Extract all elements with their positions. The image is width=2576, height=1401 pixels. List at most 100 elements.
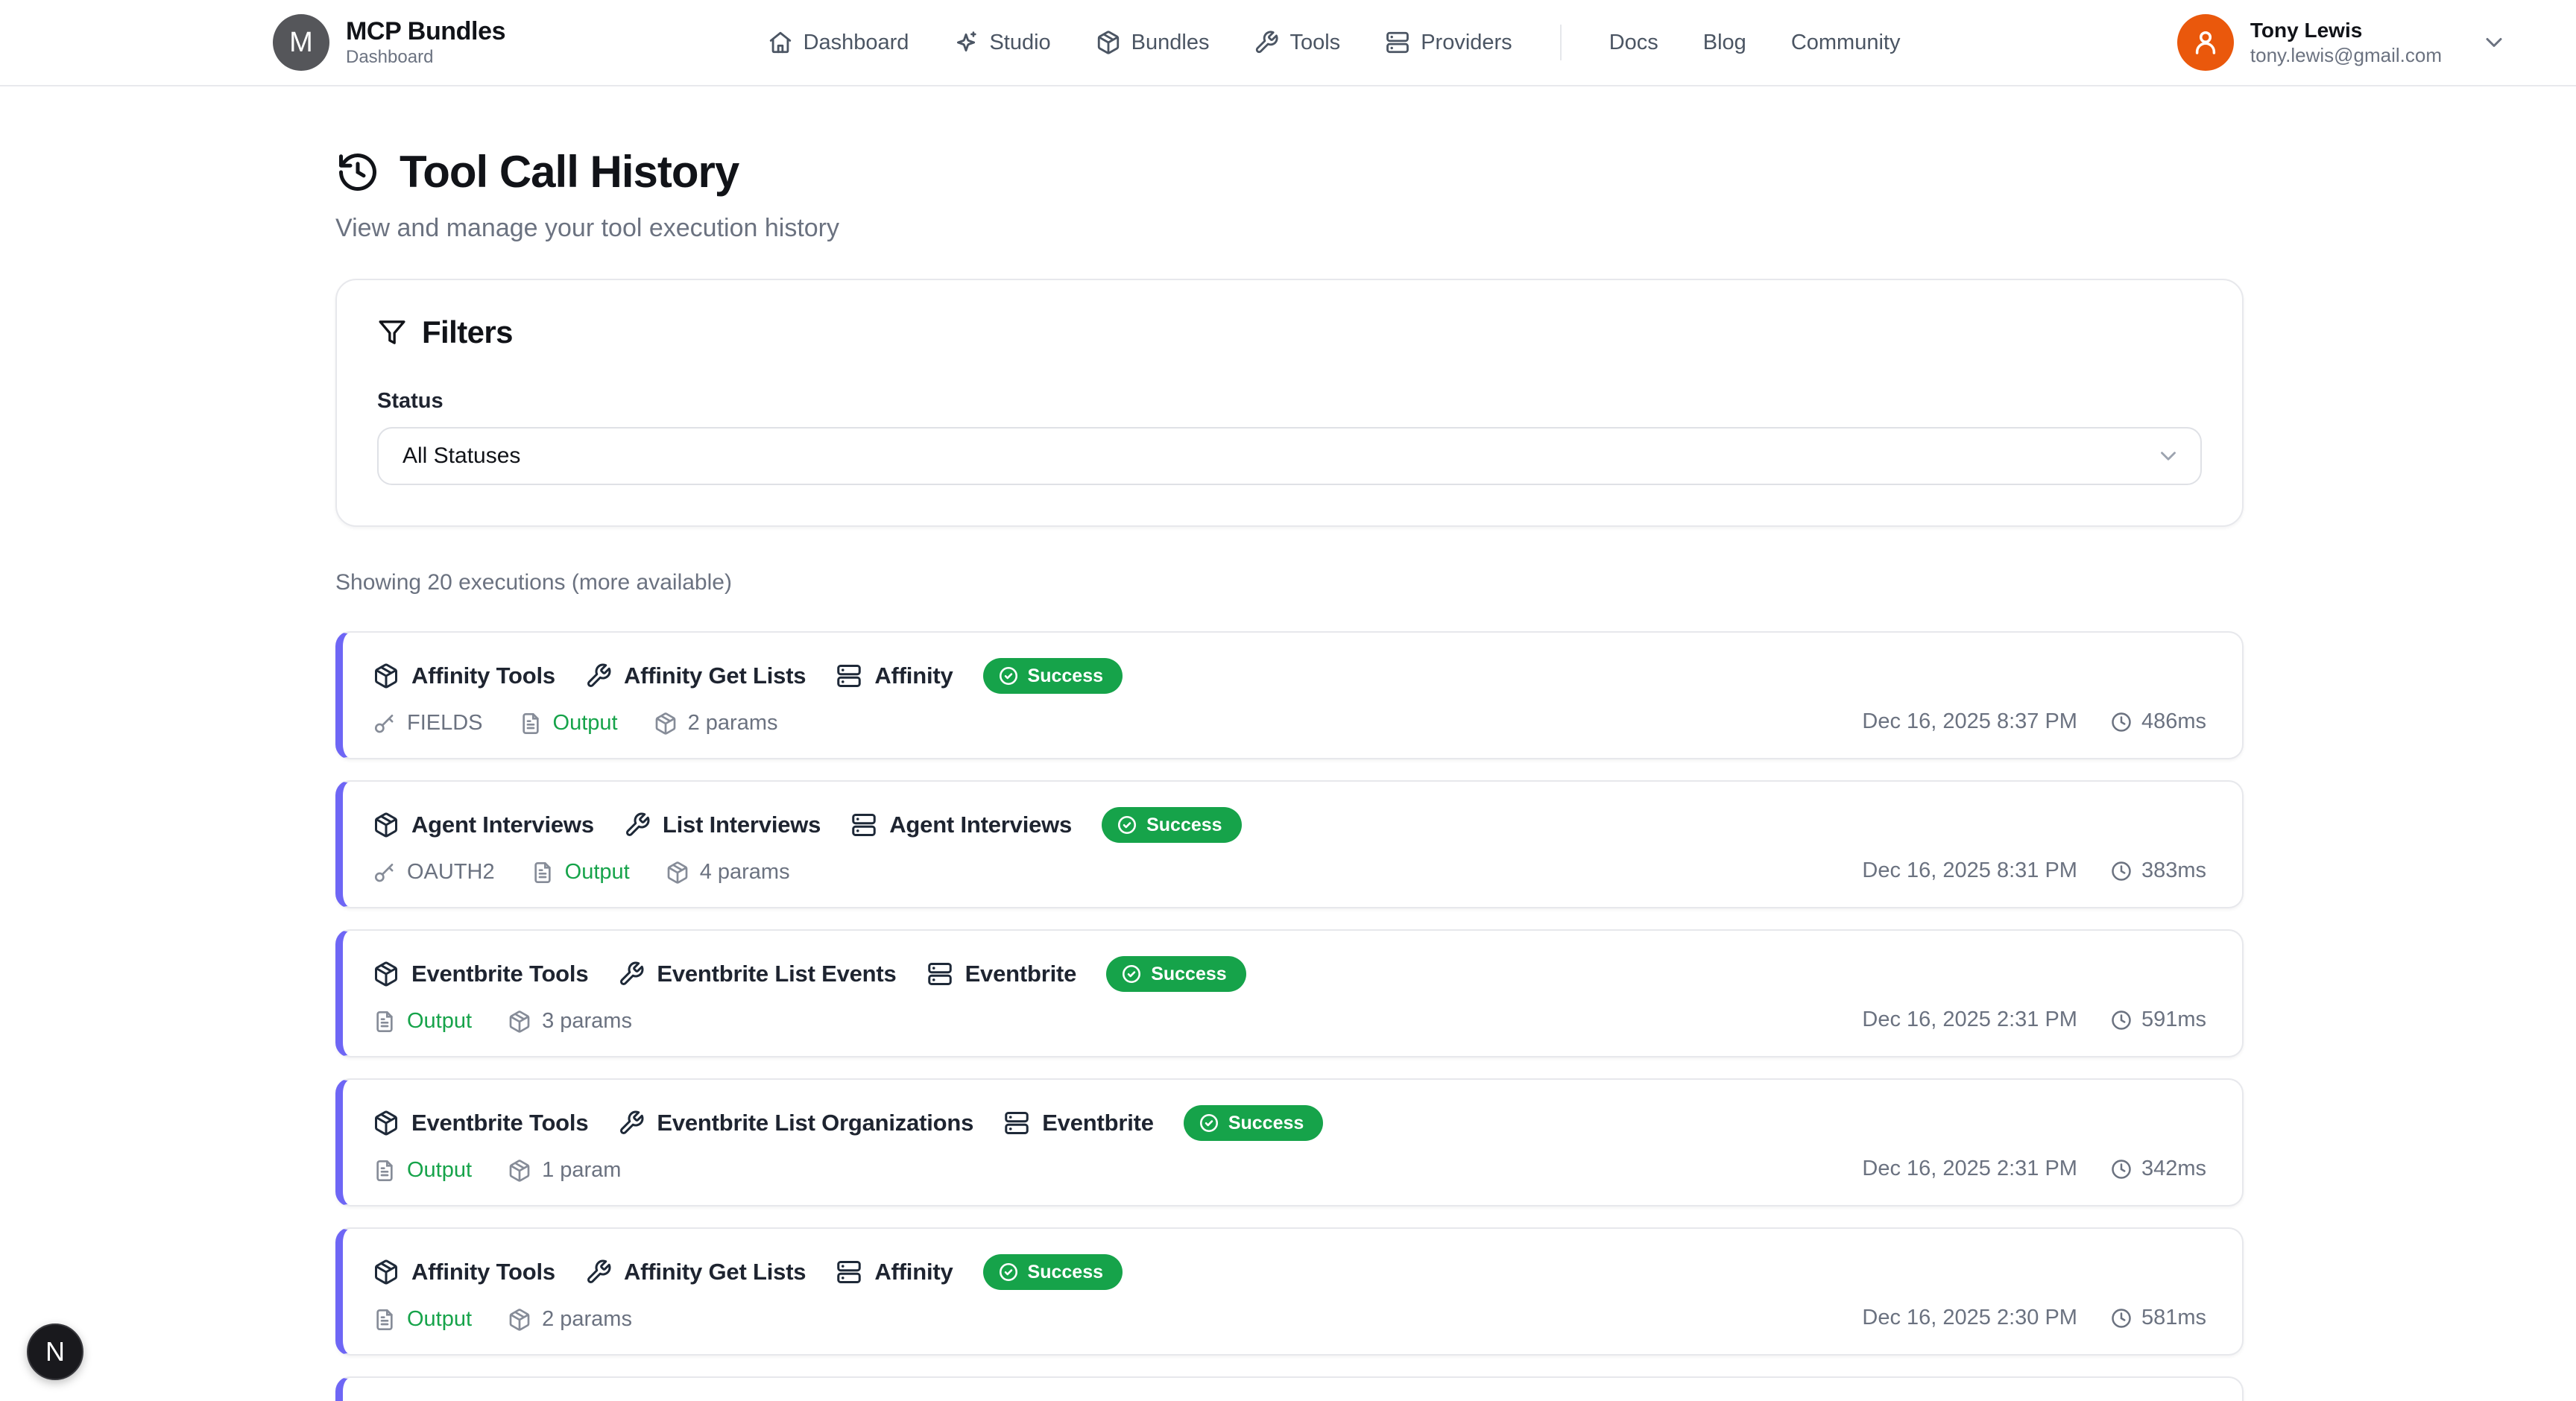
provider-name: Agent Interviews (889, 812, 1072, 838)
output-label: Output (407, 1009, 472, 1034)
status-filter-value: All Statuses (402, 443, 520, 469)
package-icon (654, 712, 678, 736)
params-count: 2 params (688, 711, 778, 736)
tool-name: Affinity Get Lists (624, 662, 806, 689)
status-filter-select[interactable]: All Statuses (377, 427, 2202, 485)
file-text-icon (531, 861, 555, 885)
app-logo: M (273, 14, 329, 71)
filters-card: Filters Status All Statuses (335, 279, 2244, 527)
status-badge: Success (1184, 1105, 1323, 1141)
brand[interactable]: M MCP Bundles Dashboard (273, 14, 505, 71)
execution-card[interactable] (335, 1376, 2244, 1401)
status-badge: Success (983, 1254, 1123, 1290)
nav-item-bundles[interactable]: Bundles (1096, 30, 1210, 55)
package-icon (508, 1308, 531, 1332)
nav-item-studio[interactable]: Studio (953, 30, 1050, 55)
output-group: Output (519, 711, 618, 736)
status-badge: Success (1102, 807, 1241, 843)
user-name: Tony Lewis (2250, 18, 2442, 43)
wrench-icon (1254, 30, 1279, 55)
auth-type: FIELDS (407, 711, 483, 736)
nav-label: Providers (1421, 31, 1512, 55)
check-circle-icon (998, 1262, 1019, 1283)
main-content: Tool Call History View and manage your t… (335, 146, 2244, 1401)
output-group: Output (531, 860, 630, 885)
params-count: 4 params (700, 860, 790, 885)
duration-group: 342ms (2110, 1157, 2206, 1181)
bundle-group: Agent Interviews (373, 812, 594, 838)
clock-icon (2110, 1307, 2133, 1329)
execution-card[interactable]: Eventbrite Tools Eventbrite List Organiz… (335, 1078, 2244, 1206)
duration-value: 581ms (2141, 1306, 2206, 1330)
package-icon (373, 1259, 400, 1285)
nav-item-community[interactable]: Community (1791, 31, 1901, 55)
package-icon (508, 1159, 531, 1183)
provider-name: Affinity (874, 662, 953, 689)
package-icon (1096, 30, 1121, 55)
key-icon (373, 712, 397, 736)
package-icon (373, 662, 400, 689)
nav-item-docs[interactable]: Docs (1609, 31, 1658, 55)
execution-card[interactable]: Agent Interviews List Interviews Agent I… (335, 780, 2244, 908)
params-group: 2 params (508, 1307, 632, 1332)
params-group: 3 params (508, 1009, 632, 1034)
nav-item-blog[interactable]: Blog (1703, 31, 1746, 55)
tool-name: Affinity Get Lists (624, 1259, 806, 1285)
provider-name: Affinity (874, 1259, 953, 1285)
tool-name: Eventbrite List Events (657, 961, 896, 987)
output-label: Output (407, 1307, 472, 1332)
user-menu[interactable]: Tony Lewis tony.lewis@gmail.com (2177, 14, 2507, 71)
file-text-icon (373, 1308, 397, 1332)
sparkles-icon (953, 30, 979, 55)
duration-group: 383ms (2110, 858, 2206, 883)
main-nav: Dashboard Studio Bundles Tools Providers… (768, 25, 1901, 60)
nav-label: Studio (989, 31, 1050, 55)
provider-group: Agent Interviews (850, 812, 1072, 838)
status-badge-label: Success (1146, 815, 1222, 836)
wrench-icon (618, 961, 645, 987)
execution-card[interactable]: Affinity Tools Affinity Get Lists Affini… (335, 1227, 2244, 1356)
check-circle-icon (1199, 1113, 1219, 1133)
nav-label: Bundles (1131, 31, 1210, 55)
user-email: tony.lewis@gmail.com (2250, 43, 2442, 67)
execution-card[interactable]: Eventbrite Tools Eventbrite List Events … (335, 929, 2244, 1057)
provider-group: Eventbrite (926, 961, 1077, 987)
package-icon (373, 812, 400, 838)
key-icon (373, 861, 397, 885)
provider-group: Affinity (836, 662, 953, 689)
duration-value: 342ms (2141, 1157, 2206, 1181)
server-icon (836, 1259, 862, 1285)
file-text-icon (519, 712, 543, 736)
nav-label: Dashboard (804, 31, 909, 55)
provider-group: Affinity (836, 1259, 953, 1285)
tool-name: Eventbrite List Organizations (657, 1110, 973, 1136)
duration-value: 486ms (2141, 709, 2206, 734)
output-group: Output (373, 1009, 472, 1034)
duration-value: 383ms (2141, 858, 2206, 883)
provider-group: Eventbrite (1003, 1110, 1154, 1136)
execution-card[interactable]: Affinity Tools Affinity Get Lists Affini… (335, 631, 2244, 759)
nextjs-dev-badge[interactable]: N (27, 1323, 83, 1380)
check-circle-icon (1121, 964, 1142, 984)
nav-item-dashboard[interactable]: Dashboard (768, 30, 909, 55)
params-count: 2 params (542, 1307, 632, 1332)
wrench-icon (618, 1110, 645, 1136)
tool-group: Affinity Get Lists (585, 1259, 806, 1285)
package-icon (508, 1010, 531, 1034)
wrench-icon (585, 662, 612, 689)
server-icon (836, 662, 862, 689)
nav-item-providers[interactable]: Providers (1385, 30, 1512, 55)
avatar (2177, 14, 2234, 71)
status-badge-label: Success (1028, 1262, 1103, 1283)
tool-group: List Interviews (624, 812, 821, 838)
chevron-down-icon[interactable] (2481, 29, 2507, 56)
clock-icon (2110, 711, 2133, 733)
execution-list: Affinity Tools Affinity Get Lists Affini… (335, 631, 2244, 1401)
provider-name: Eventbrite (1042, 1110, 1154, 1136)
execution-date: Dec 16, 2025 8:31 PM (1862, 858, 2077, 883)
check-circle-icon (1117, 815, 1137, 835)
nav-item-tools[interactable]: Tools (1254, 30, 1340, 55)
server-icon (1385, 30, 1410, 55)
server-icon (850, 812, 877, 838)
duration-value: 591ms (2141, 1008, 2206, 1032)
